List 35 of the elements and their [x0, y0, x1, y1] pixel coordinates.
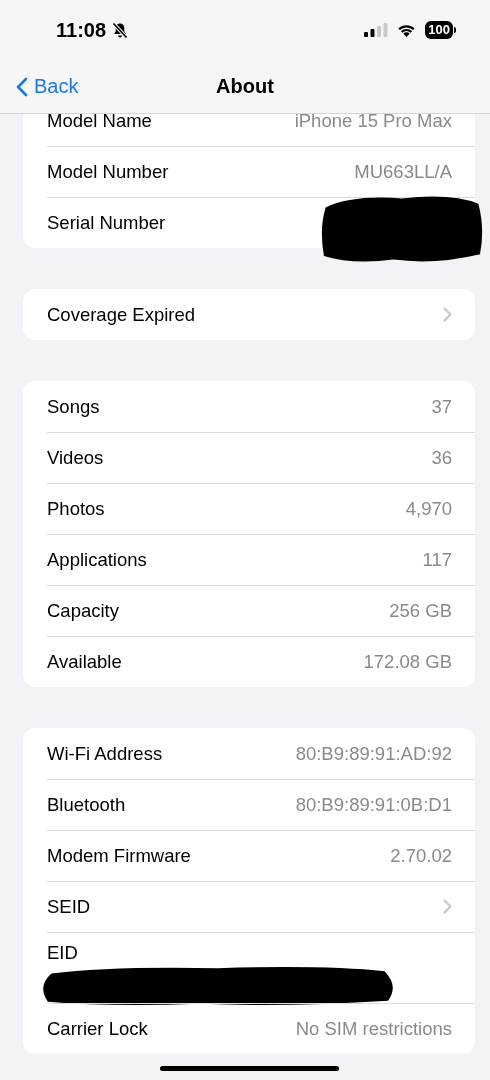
row-value: iPhone 15 Pro Max — [294, 109, 452, 132]
row-value: 172.08 GB — [363, 650, 452, 673]
row-label: Songs — [47, 395, 100, 418]
row-label[interactable]: Coverage Expired — [47, 303, 196, 326]
row-label: Carrier Lock — [47, 1017, 148, 1040]
row-label: Serial Number — [47, 211, 166, 234]
row-label: Available — [47, 650, 122, 673]
row-value: 80:B9:89:91:0B:D1 — [295, 793, 452, 816]
row-value: 4,970 — [405, 497, 452, 520]
chevron-icon — [443, 899, 452, 914]
battery-indicator: 100 — [425, 21, 453, 39]
row-label: Videos — [47, 446, 104, 469]
back-icon — [16, 76, 28, 97]
row-label: EID — [47, 942, 78, 964]
row-value: 2.70.02 — [390, 844, 452, 867]
row-label: Modem Firmware — [47, 844, 191, 867]
row-value: No SIM restrictions — [295, 1017, 452, 1040]
bell-slash-icon — [112, 21, 129, 39]
row-label: Photos — [47, 497, 105, 520]
chevron-icon — [443, 307, 452, 322]
page-title: About — [216, 75, 274, 98]
row-value: 117 — [422, 548, 452, 571]
row-value: 256 GB — [389, 599, 452, 622]
signal-icon — [364, 23, 389, 37]
row-label: Bluetooth — [47, 793, 126, 816]
row-label: Applications — [47, 548, 147, 571]
row-value: MU663LL/A — [354, 160, 452, 183]
row-value: 37 — [431, 395, 452, 418]
row-label: Capacity — [47, 599, 119, 622]
row-label: Wi-Fi Address — [47, 742, 163, 765]
status-time: 11:08 — [56, 18, 107, 42]
row-value: 80:B9:89:91:AD:92 — [295, 742, 452, 765]
row-label: Model Number — [47, 160, 169, 183]
row-label[interactable]: SEID — [47, 895, 91, 918]
row-value: 36 — [431, 446, 452, 469]
